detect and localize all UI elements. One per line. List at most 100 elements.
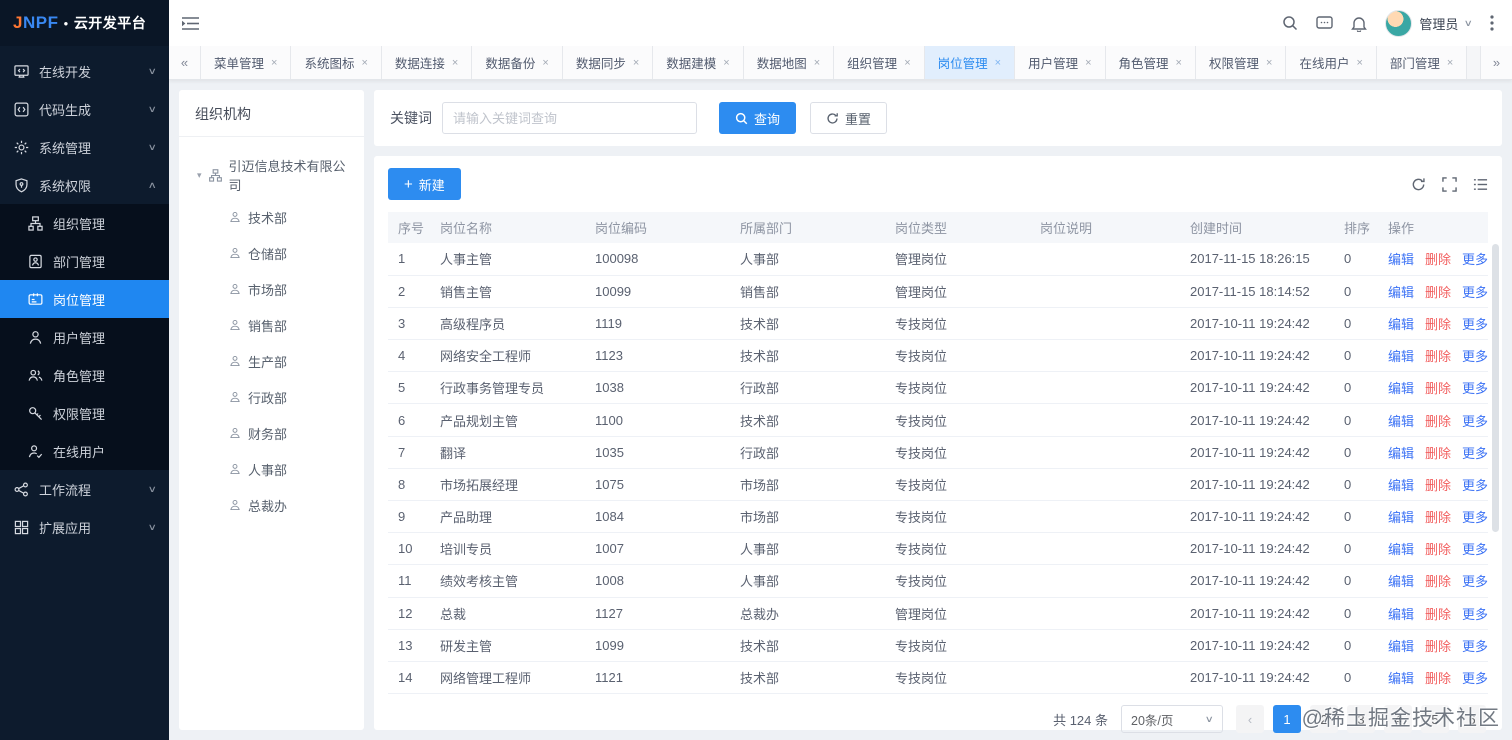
reset-button[interactable]: 重置	[810, 102, 888, 134]
user-menu[interactable]: 管理员 ∨	[1385, 9, 1473, 37]
edit-link[interactable]: 编辑	[1388, 349, 1414, 364]
close-icon[interactable]: ×	[1266, 57, 1272, 69]
message-icon[interactable]	[1316, 15, 1334, 31]
tab-role-manage[interactable]: 角色管理 ×	[1105, 46, 1196, 79]
tree-root-node[interactable]: ▾ 引迈信息技术有限公司	[185, 151, 358, 199]
close-icon[interactable]: ×	[1356, 57, 1362, 69]
tabs-scroll-left-icon[interactable]: «	[169, 46, 201, 79]
edit-link[interactable]: 编辑	[1388, 607, 1414, 622]
edit-link[interactable]: 编辑	[1388, 574, 1414, 589]
page-button-2[interactable]: 2	[1310, 705, 1338, 734]
sidebar-item-code-generate[interactable]: 代码生成 ∨	[0, 90, 169, 128]
close-icon[interactable]: ×	[633, 57, 639, 69]
page-button-6[interactable]: 6	[1458, 705, 1486, 734]
tree-node[interactable]: 生产部	[185, 343, 358, 379]
sidebar-item-online-dev[interactable]: 在线开发 ∨	[0, 52, 169, 90]
sidebar-item-workflow[interactable]: 工作流程 ∨	[0, 470, 169, 508]
more-link[interactable]: 更多∨	[1462, 607, 1488, 622]
collapse-sidebar-icon[interactable]	[182, 16, 199, 31]
sidebar-item-dept-manage[interactable]: 部门管理	[0, 242, 169, 280]
edit-link[interactable]: 编辑	[1388, 478, 1414, 493]
sidebar-item-extend-app[interactable]: 扩展应用 ∨	[0, 508, 169, 546]
sidebar-item-user-manage[interactable]: 用户管理	[0, 318, 169, 356]
tabs-scroll-right-icon[interactable]: »	[1480, 46, 1512, 79]
more-link[interactable]: 更多∨	[1462, 252, 1488, 267]
close-icon[interactable]: ×	[904, 57, 910, 69]
more-link[interactable]: 更多∨	[1462, 639, 1488, 654]
tree-node[interactable]: 总裁办	[185, 487, 358, 523]
new-button[interactable]: + 新建	[388, 168, 461, 200]
notification-bell-icon[interactable]	[1351, 15, 1368, 32]
sidebar-item-role-manage[interactable]: 角色管理	[0, 356, 169, 394]
edit-link[interactable]: 编辑	[1388, 542, 1414, 557]
delete-link[interactable]: 删除	[1425, 349, 1451, 364]
page-size-select[interactable]: 20条/页 ∨	[1121, 705, 1223, 734]
tree-node[interactable]: 财务部	[185, 415, 358, 451]
more-link[interactable]: 更多∨	[1462, 285, 1488, 300]
close-icon[interactable]: ×	[814, 57, 820, 69]
close-icon[interactable]: ×	[723, 57, 729, 69]
delete-link[interactable]: 删除	[1425, 252, 1451, 267]
more-link[interactable]: 更多∨	[1462, 349, 1488, 364]
tab-org-manage[interactable]: 组织管理 ×	[834, 46, 925, 79]
delete-link[interactable]: 删除	[1425, 639, 1451, 654]
more-link[interactable]: 更多∨	[1462, 414, 1488, 429]
delete-link[interactable]: 删除	[1425, 381, 1451, 396]
delete-link[interactable]: 删除	[1425, 478, 1451, 493]
more-link[interactable]: 更多∨	[1462, 574, 1488, 589]
delete-link[interactable]: 删除	[1425, 510, 1451, 525]
keyword-input[interactable]	[442, 102, 697, 134]
delete-link[interactable]: 删除	[1425, 317, 1451, 332]
edit-link[interactable]: 编辑	[1388, 671, 1414, 686]
edit-link[interactable]: 编辑	[1388, 381, 1414, 396]
refresh-icon[interactable]	[1411, 177, 1426, 192]
page-button-5[interactable]: 5	[1421, 705, 1449, 734]
caret-down-icon[interactable]: ▾	[197, 170, 202, 181]
more-link[interactable]: 更多∨	[1462, 446, 1488, 461]
sidebar-item-perm-manage[interactable]: 权限管理	[0, 394, 169, 432]
close-icon[interactable]: ×	[542, 57, 548, 69]
delete-link[interactable]: 删除	[1425, 607, 1451, 622]
page-button-3[interactable]: 3	[1347, 705, 1375, 734]
more-options-icon[interactable]	[1490, 15, 1494, 31]
close-icon[interactable]: ×	[452, 57, 458, 69]
tab-perm-manage[interactable]: 权限管理 ×	[1195, 46, 1287, 79]
tab-online-user[interactable]: 在线用户 ×	[1286, 46, 1377, 79]
search-button[interactable]: 查询	[719, 102, 797, 134]
sidebar-item-system-manage[interactable]: 系统管理 ∨	[0, 128, 169, 166]
fullscreen-icon[interactable]	[1442, 176, 1457, 192]
tree-node[interactable]: 销售部	[185, 307, 358, 343]
more-link[interactable]: 更多∨	[1462, 542, 1488, 557]
tab-data-model[interactable]: 数据建模 ×	[653, 46, 744, 79]
search-icon[interactable]	[1282, 15, 1298, 31]
delete-link[interactable]: 删除	[1425, 542, 1451, 557]
sidebar-item-position-manage[interactable]: 岗位管理	[0, 280, 169, 318]
tab-position-manage[interactable]: 岗位管理 ×	[924, 46, 1016, 79]
close-icon[interactable]: ×	[361, 57, 367, 69]
close-icon[interactable]: ×	[1447, 57, 1453, 69]
edit-link[interactable]: 编辑	[1388, 639, 1414, 654]
sidebar-item-online-user[interactable]: 在线用户	[0, 432, 169, 470]
edit-link[interactable]: 编辑	[1388, 446, 1414, 461]
delete-link[interactable]: 删除	[1425, 285, 1451, 300]
close-icon[interactable]: ×	[271, 57, 277, 69]
tree-node[interactable]: 仓储部	[185, 235, 358, 271]
tree-node[interactable]: 行政部	[185, 379, 358, 415]
close-icon[interactable]: ×	[995, 57, 1001, 69]
more-link[interactable]: 更多∨	[1462, 478, 1488, 493]
edit-link[interactable]: 编辑	[1388, 252, 1414, 267]
tab-data-map[interactable]: 数据地图 ×	[743, 46, 835, 79]
tree-node[interactable]: 市场部	[185, 271, 358, 307]
tab-system-icons[interactable]: 系统图标 ×	[291, 46, 382, 79]
page-button-1[interactable]: 1	[1273, 705, 1301, 734]
sidebar-item-system-auth[interactable]: 系统权限 ∧	[0, 166, 169, 204]
tab-data-connect[interactable]: 数据连接 ×	[381, 46, 473, 79]
delete-link[interactable]: 删除	[1425, 671, 1451, 686]
prev-page-button[interactable]: ‹	[1236, 705, 1264, 734]
edit-link[interactable]: 编辑	[1388, 510, 1414, 525]
edit-link[interactable]: 编辑	[1388, 317, 1414, 332]
tab-data-backup[interactable]: 数据备份 ×	[472, 46, 563, 79]
column-settings-icon[interactable]	[1473, 177, 1488, 192]
page-button-4[interactable]: 4	[1384, 705, 1412, 734]
edit-link[interactable]: 编辑	[1388, 414, 1414, 429]
